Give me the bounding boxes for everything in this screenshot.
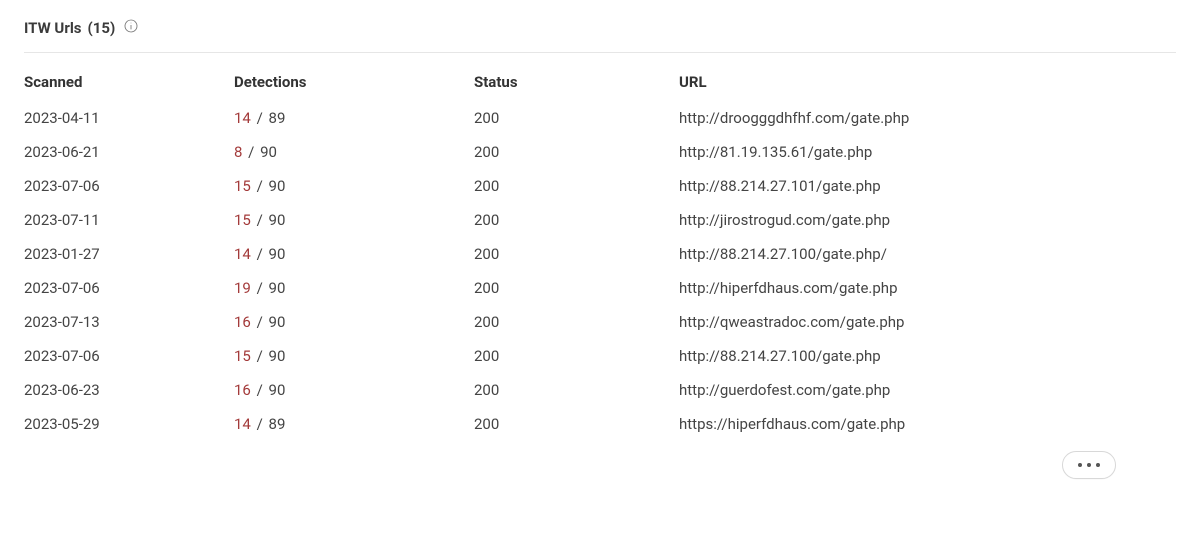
cell-status: 200	[474, 305, 679, 339]
cell-scanned: 2023-07-11	[24, 203, 234, 237]
cell-url[interactable]: http://88.214.27.100/gate.php	[679, 339, 1176, 373]
detections-total: 90	[260, 143, 277, 161]
cell-status: 200	[474, 407, 679, 441]
table-row: 2023-07-06 15 / 90 200 http://88.214.27.…	[24, 339, 1176, 373]
cell-scanned: 2023-07-06	[24, 169, 234, 203]
cell-detections: 15 / 90	[234, 203, 474, 237]
col-header-status[interactable]: Status	[474, 65, 679, 101]
cell-detections: 15 / 90	[234, 169, 474, 203]
detections-separator: /	[248, 143, 254, 161]
table-row: 2023-07-11 15 / 90 200 http://jirostrogu…	[24, 203, 1176, 237]
cell-detections: 16 / 90	[234, 305, 474, 339]
detections-separator: /	[257, 415, 263, 433]
detections-total: 90	[269, 347, 286, 365]
cell-scanned: 2023-05-29	[24, 407, 234, 441]
ellipsis-icon	[1087, 463, 1091, 467]
detections-total: 90	[269, 381, 286, 399]
detections-hits: 14	[234, 245, 251, 263]
table-header-row: Scanned Detections Status URL	[24, 65, 1176, 101]
table-row: 2023-05-29 14 / 89 200 https://hiperfdha…	[24, 407, 1176, 441]
detections-total: 90	[269, 177, 286, 195]
table-row: 2023-06-23 16 / 90 200 http://guerdofest…	[24, 373, 1176, 407]
cell-status: 200	[474, 101, 679, 135]
cell-scanned: 2023-07-06	[24, 271, 234, 305]
cell-status: 200	[474, 237, 679, 271]
detections-separator: /	[257, 381, 263, 399]
col-header-url[interactable]: URL	[679, 65, 1176, 101]
cell-detections: 8 / 90	[234, 135, 474, 169]
detections-hits: 14	[234, 415, 251, 433]
cell-url[interactable]: http://88.214.27.100/gate.php/	[679, 237, 1176, 271]
section-count: (15)	[88, 19, 116, 37]
detections-separator: /	[257, 347, 263, 365]
cell-status: 200	[474, 169, 679, 203]
detections-separator: /	[257, 109, 263, 127]
detections-hits: 16	[234, 313, 251, 331]
cell-status: 200	[474, 339, 679, 373]
cell-url[interactable]: http://droogggdhfhf.com/gate.php	[679, 101, 1176, 135]
cell-detections: 14 / 89	[234, 101, 474, 135]
detections-hits: 15	[234, 347, 251, 365]
table-row: 2023-07-13 16 / 90 200 http://qweastrado…	[24, 305, 1176, 339]
cell-scanned: 2023-07-13	[24, 305, 234, 339]
detections-total: 90	[269, 313, 286, 331]
cell-status: 200	[474, 373, 679, 407]
cell-url[interactable]: http://hiperfdhaus.com/gate.php	[679, 271, 1176, 305]
ellipsis-icon	[1078, 463, 1082, 467]
table-row: 2023-07-06 15 / 90 200 http://88.214.27.…	[24, 169, 1176, 203]
detections-hits: 15	[234, 177, 251, 195]
cell-url[interactable]: http://81.19.135.61/gate.php	[679, 135, 1176, 169]
itw-urls-table: Scanned Detections Status URL 2023-04-11…	[24, 65, 1176, 441]
detections-hits: 8	[234, 143, 242, 161]
cell-scanned: 2023-07-06	[24, 339, 234, 373]
col-header-scanned[interactable]: Scanned	[24, 65, 234, 101]
cell-scanned: 2023-04-11	[24, 101, 234, 135]
cell-detections: 16 / 90	[234, 373, 474, 407]
detections-hits: 19	[234, 279, 251, 297]
info-icon[interactable]	[123, 18, 139, 38]
detections-hits: 14	[234, 109, 251, 127]
detections-separator: /	[257, 177, 263, 195]
more-button[interactable]	[1062, 451, 1116, 479]
detections-hits: 15	[234, 211, 251, 229]
detections-total: 90	[269, 211, 286, 229]
detections-separator: /	[257, 313, 263, 331]
detections-separator: /	[257, 245, 263, 263]
cell-url[interactable]: http://88.214.27.101/gate.php	[679, 169, 1176, 203]
cell-status: 200	[474, 203, 679, 237]
section-header: ITW Urls (15)	[24, 18, 1176, 53]
cell-status: 200	[474, 271, 679, 305]
cell-url[interactable]: http://qweastradoc.com/gate.php	[679, 305, 1176, 339]
cell-scanned: 2023-06-23	[24, 373, 234, 407]
table-row: 2023-01-27 14 / 90 200 http://88.214.27.…	[24, 237, 1176, 271]
ellipsis-icon	[1096, 463, 1100, 467]
cell-status: 200	[474, 135, 679, 169]
detections-separator: /	[257, 279, 263, 297]
table-row: 2023-04-11 14 / 89 200 http://droogggdhf…	[24, 101, 1176, 135]
detections-total: 90	[269, 245, 286, 263]
table-row: 2023-07-06 19 / 90 200 http://hiperfdhau…	[24, 271, 1176, 305]
cell-url[interactable]: https://hiperfdhaus.com/gate.php	[679, 407, 1176, 441]
cell-detections: 14 / 89	[234, 407, 474, 441]
detections-total: 90	[269, 279, 286, 297]
detections-separator: /	[257, 211, 263, 229]
cell-scanned: 2023-06-21	[24, 135, 234, 169]
cell-detections: 15 / 90	[234, 339, 474, 373]
cell-url[interactable]: http://jirostrogud.com/gate.php	[679, 203, 1176, 237]
more-row	[24, 441, 1176, 479]
detections-total: 89	[269, 415, 286, 433]
detections-hits: 16	[234, 381, 251, 399]
col-header-detections[interactable]: Detections	[234, 65, 474, 101]
detections-total: 89	[269, 109, 286, 127]
cell-url[interactable]: http://guerdofest.com/gate.php	[679, 373, 1176, 407]
section-title: ITW Urls	[24, 19, 82, 37]
table-row: 2023-06-21 8 / 90 200 http://81.19.135.6…	[24, 135, 1176, 169]
cell-detections: 14 / 90	[234, 237, 474, 271]
cell-detections: 19 / 90	[234, 271, 474, 305]
cell-scanned: 2023-01-27	[24, 237, 234, 271]
